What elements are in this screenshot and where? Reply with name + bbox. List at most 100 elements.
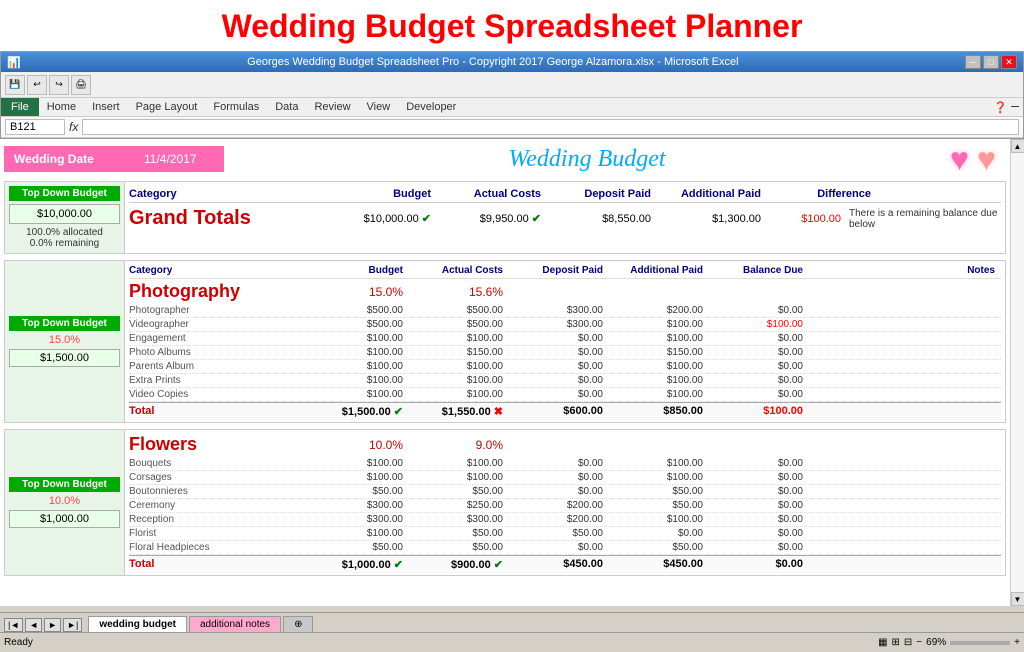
table-row: Video Copies $100.00 $100.00 $0.00 $100.… [129,388,1001,402]
col-header-category: Category [129,188,329,200]
title-bar: 📊 Georges Wedding Budget Spreadsheet Pro… [1,52,1023,72]
grand-totals-section: Top Down Budget $10,000.00 100.0% alloca… [4,181,1006,254]
toolbar: 💾 ↩ ↪ 🖨 [1,72,1023,98]
photo-sidebar-budget: $1,500.00 [9,349,120,367]
photography-sidebar: Top Down Budget 15.0% $1,500.00 [5,261,125,422]
photo-col-deposit: Deposit Paid [509,265,609,276]
tab-additional-notes[interactable]: additional notes [189,616,281,632]
wb-header: Wedding Date 11/4/2017 Wedding Budget ♥ … [4,143,1006,175]
formula-input[interactable] [82,119,1019,135]
tab-nav-next[interactable]: ► [44,618,61,632]
print-button[interactable]: 🖨 [71,75,91,95]
photo-budget-pct: 15.0% [309,285,409,299]
tab-bar: |◄ ◄ ► ►| wedding budget additional note… [0,612,1024,632]
flowers-sidebar-budget: $1,000.00 [9,510,120,528]
zoom-in-icon[interactable]: + [1014,637,1020,648]
photo-col-headers: Category Budget Actual Costs Deposit Pai… [129,263,1001,279]
undo-button[interactable]: ↩ [27,75,47,95]
flowers-sidebar-pct: 10.0% [49,495,80,507]
heart-icon-1: ♥ [950,143,969,175]
flowers-sidebar-label: Top Down Budget [9,477,120,492]
flowers-section: Top Down Budget 10.0% $1,000.00 Flowers … [4,429,1006,576]
redo-button[interactable]: ↪ [49,75,69,95]
save-button[interactable]: 💾 [5,75,25,95]
tab-wedding-budget[interactable]: wedding budget [88,616,187,632]
tab-nav-last[interactable]: ►| [63,618,82,632]
grand-totals-headers: Category Budget Actual Costs Deposit Pai… [129,186,1001,203]
normal-view-icon[interactable]: ▦ [878,637,887,648]
col-header-actual: Actual Costs [439,188,549,200]
flowers-sidebar: Top Down Budget 10.0% $1,000.00 [5,430,125,575]
zoom-level: 69% [926,637,946,648]
app-title: Wedding Budget Spreadsheet Planner [0,0,1024,51]
window-icon: 📊 [7,56,21,69]
col-header-additional: Additional Paid [659,188,769,200]
table-row: Reception $300.00 $300.00 $200.00 $100.0… [129,513,1001,527]
table-row: Photographer $500.00 $500.00 $300.00 $20… [129,304,1001,318]
spreadsheet-area: Wedding Date 11/4/2017 Wedding Budget ♥ … [0,139,1024,606]
wedding-date-value: 11/4/2017 [134,146,224,172]
zoom-slider[interactable] [950,641,1010,645]
menu-insert[interactable]: Insert [84,98,128,116]
grand-additional-val: $1,300.00 [659,213,769,225]
table-row: Boutonnieres $50.00 $50.00 $0.00 $50.00 … [129,485,1001,499]
menu-file[interactable]: File [1,98,39,116]
vertical-scrollbar[interactable]: ▲ ▼ [1010,139,1024,606]
minimize-button[interactable]: ─ [965,55,981,69]
flowers-actual-pct: 9.0% [409,438,509,452]
restore-button[interactable]: □ [983,55,999,69]
flowers-budget-pct: 10.0% [309,438,409,452]
wedding-budget-title: Wedding Budget [224,146,950,173]
col-header-difference: Difference [769,188,879,200]
photo-sidebar-pct: 15.0% [49,334,80,346]
remaining-text: 0.0% remaining [30,238,99,249]
photo-col-category: Category [129,265,309,276]
cell-reference[interactable] [5,119,65,135]
photo-col-additional: Additional Paid [609,265,709,276]
table-row: Videographer $500.00 $500.00 $300.00 $10… [129,318,1001,332]
heart-icon-2: ♥ [977,143,996,175]
flowers-name-row: Flowers 10.0% 9.0% [129,432,1001,457]
minimize-ribbon[interactable]: ─ [1011,101,1019,113]
scroll-track[interactable] [1011,153,1024,592]
tab-nav-prev[interactable]: ◄ [25,618,42,632]
menu-data[interactable]: Data [267,98,306,116]
table-row: Corsages $100.00 $100.00 $0.00 $100.00 $… [129,471,1001,485]
menu-view[interactable]: View [359,98,399,116]
col-header-deposit: Deposit Paid [549,188,659,200]
scroll-down-arrow[interactable]: ▼ [1011,592,1024,606]
photography-content: Category Budget Actual Costs Deposit Pai… [125,261,1005,422]
photography-title: Photography [129,281,309,302]
menu-home[interactable]: Home [39,98,84,116]
page-break-icon[interactable]: ⊟ [904,637,912,648]
help-icon[interactable]: ❓ [994,101,1008,114]
flowers-total-row: Total $1,000.00 ✔ $900.00 ✔ $450.00 $450… [129,555,1001,573]
flowers-title: Flowers [129,434,309,455]
photography-section: Top Down Budget 15.0% $1,500.00 Category… [4,260,1006,423]
photo-col-actual: Actual Costs [409,265,509,276]
photography-total-row: Total $1,500.00 ✔ $1,550.00 ✖ $600.00 $8… [129,402,1001,420]
grand-actual-val: $9,950.00 ✔ [439,212,549,225]
grand-totals-sidebar: Top Down Budget $10,000.00 100.0% alloca… [5,182,125,253]
window-title: Georges Wedding Budget Spreadsheet Pro -… [247,56,738,68]
menu-developer[interactable]: Developer [398,98,464,116]
grand-totals-content: Category Budget Actual Costs Deposit Pai… [125,182,1005,253]
menu-bar: File Home Insert Page Layout Formulas Da… [1,98,1023,117]
page-layout-icon[interactable]: ⊞ [892,637,900,648]
menu-formulas[interactable]: Formulas [205,98,267,116]
close-button[interactable]: ✕ [1001,55,1017,69]
fx-label: fx [69,120,78,134]
zoom-out-icon[interactable]: − [916,637,922,648]
scroll-up-arrow[interactable]: ▲ [1011,139,1024,153]
sheet-content: Wedding Date 11/4/2017 Wedding Budget ♥ … [0,139,1010,606]
menu-review[interactable]: Review [306,98,358,116]
status-bar: Ready ▦ ⊞ ⊟ − 69% + [0,632,1024,652]
photo-actual-pct: 15.6% [409,285,509,299]
formula-bar: fx [1,117,1023,138]
tab-add-sheet[interactable]: ⊕ [283,616,313,632]
tab-nav-first[interactable]: |◄ [4,618,23,632]
menu-page-layout[interactable]: Page Layout [128,98,206,116]
grand-deposit-val: $8,550.00 [549,213,659,225]
photo-sidebar-label: Top Down Budget [9,316,120,331]
status-ready: Ready [4,637,33,648]
